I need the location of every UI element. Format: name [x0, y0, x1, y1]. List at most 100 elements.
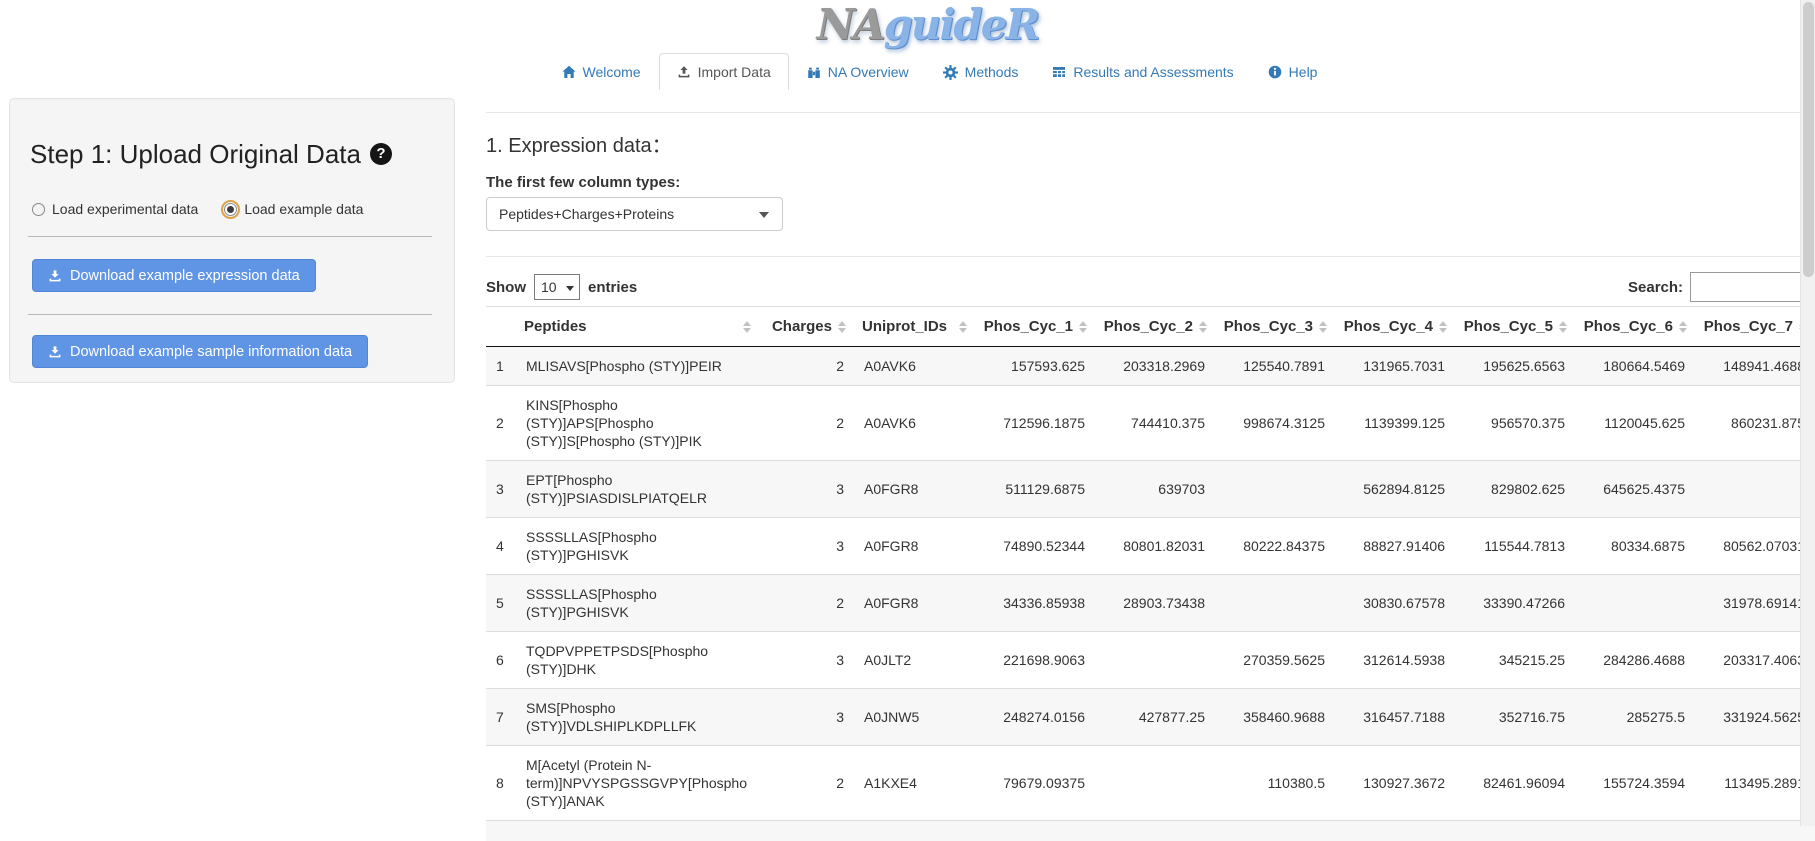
datatable-controls: Show 10 entries Search: — [486, 272, 1815, 302]
upload-icon — [677, 65, 691, 79]
expression-data-heading: 1. Expression data： — [486, 133, 1815, 159]
tab-welcome[interactable]: Welcome — [546, 53, 657, 90]
sort-icon[interactable] — [1679, 321, 1687, 333]
table-cell: 131965.7031 — [1335, 347, 1455, 386]
table-cell: 427877.25 — [1095, 689, 1215, 746]
table-cell: 3 — [759, 518, 854, 575]
app-logo: NAguideR — [20, 2, 1815, 48]
tab-label: Results and Assessments — [1073, 64, 1233, 80]
radio-button-icon[interactable] — [32, 203, 45, 216]
table-cell: 80222.84375 — [1215, 518, 1335, 575]
radio-load-experimental-data[interactable]: Load experimental data — [32, 201, 198, 217]
sort-icon[interactable] — [1199, 321, 1207, 333]
home-icon — [562, 65, 576, 79]
radio-button-icon[interactable] — [224, 203, 237, 216]
table-cell: 33390.47266 — [1455, 575, 1575, 632]
table-row: 3EPT[Phospho (STY)]PSIASDISLPIATQELR3A0F… — [486, 461, 1815, 518]
table-row: 5SSSSLLAS[Phospho (STY)]PGHISVK2A0FGR834… — [486, 575, 1815, 632]
column-header-phos-cyc-7[interactable]: Phos_Cyc_7 — [1695, 307, 1815, 347]
table-cell — [1215, 575, 1335, 632]
sort-icon[interactable] — [1079, 321, 1087, 333]
radio-load-example-data[interactable]: Load example data — [224, 201, 363, 217]
column-header-phos-cyc-6[interactable]: Phos_Cyc_6 — [1575, 307, 1695, 347]
table-cell: 4 — [486, 518, 516, 575]
sort-icon[interactable] — [1319, 321, 1327, 333]
table-cell: 157593.625 — [975, 347, 1095, 386]
sort-icon[interactable] — [959, 321, 967, 333]
column-header-phos-cyc-4[interactable]: Phos_Cyc_4 — [1335, 307, 1455, 347]
column-header-phos-cyc-2[interactable]: Phos_Cyc_2 — [1095, 307, 1215, 347]
tab-help[interactable]: Help — [1252, 53, 1334, 90]
tab-na-overview[interactable]: NA Overview — [791, 53, 925, 90]
table-cell: 3 — [759, 689, 854, 746]
dropdown-selected-value: Peptides+Charges+Proteins — [499, 206, 674, 222]
column-header-uniprot-ids[interactable]: Uniprot_IDs — [854, 307, 975, 347]
table-row: 1MLISAVS[Phospho (STY)]PEIR2A0AVK6157593… — [486, 347, 1815, 386]
table-cell: 744410.375 — [1095, 386, 1215, 461]
tab-label: NA Overview — [828, 64, 909, 80]
table-cell: A0FGR8 — [854, 461, 975, 518]
tab-methods[interactable]: Methods — [927, 53, 1035, 90]
download-example-expression-data-button[interactable]: Download example expression data — [32, 259, 316, 292]
sort-icon[interactable] — [1439, 321, 1447, 333]
table-cell: 345215.25 — [1455, 632, 1575, 689]
table-cell: 1139399.125 — [1335, 386, 1455, 461]
entries-label: entries — [588, 279, 637, 296]
table-cell: 115544.7813 — [1455, 518, 1575, 575]
table-cell: 88827.91406 — [1335, 518, 1455, 575]
table-cell: 155724.3594 — [1575, 746, 1695, 821]
table-cell: 639703 — [1095, 461, 1215, 518]
table-cell: 829802.625 — [1455, 461, 1575, 518]
sort-icon[interactable] — [743, 321, 751, 333]
tab-label: Import Data — [698, 64, 771, 80]
page-length-value: 10 — [541, 279, 557, 295]
table-cell — [1695, 461, 1815, 518]
table-cell — [486, 821, 516, 841]
sort-icon[interactable] — [838, 321, 846, 333]
table-cell: 3 — [759, 632, 854, 689]
button-label: Download example expression data — [70, 268, 300, 284]
table-cell: 34336.85938 — [975, 575, 1095, 632]
download-icon — [48, 269, 62, 283]
table-cell — [1215, 821, 1335, 841]
table-cell: 285275.5 — [1575, 689, 1695, 746]
page-length-select[interactable]: 10 — [534, 274, 580, 300]
table-cell: 30830.67578 — [1335, 575, 1455, 632]
column-types-dropdown[interactable]: Peptides+Charges+Proteins — [486, 197, 783, 231]
sort-icon[interactable] — [1559, 321, 1567, 333]
table-row: 6TQDPVPPETPSDS[Phospho (STY)]DHK3A0JLT22… — [486, 632, 1815, 689]
column-header-rownum — [486, 307, 516, 347]
tab-results-and-assessments[interactable]: Results and Assessments — [1036, 53, 1249, 90]
table-cell: 562894.8125 — [1335, 461, 1455, 518]
table-cell: 80334.6875 — [1575, 518, 1695, 575]
scrollbar-thumb[interactable] — [1803, 2, 1814, 277]
column-header-phos-cyc-1[interactable]: Phos_Cyc_1 — [975, 307, 1095, 347]
table-cell: 331924.5625 — [1695, 689, 1815, 746]
tab-label: Methods — [965, 64, 1019, 80]
search-input[interactable] — [1690, 272, 1815, 302]
table-cell: 80801.82031 — [1095, 518, 1215, 575]
vertical-scrollbar[interactable] — [1800, 0, 1815, 826]
page-length-control: Show 10 entries — [486, 274, 637, 300]
column-header-peptides[interactable]: Peptides — [516, 307, 759, 347]
table-cell: 956570.375 — [1455, 386, 1575, 461]
table-cell: M[Acetyl (Protein N-term)]NPVYSPGSSGVPY[… — [516, 746, 759, 821]
column-header-phos-cyc-5[interactable]: Phos_Cyc_5 — [1455, 307, 1575, 347]
table-cell: 221698.9063 — [975, 632, 1095, 689]
table-cell: 3 — [759, 461, 854, 518]
download-example-sample-information-data-button[interactable]: Download example sample information data — [32, 335, 368, 368]
chevron-down-icon — [759, 212, 769, 218]
table-cell: 712596.1875 — [975, 386, 1095, 461]
column-header-charges[interactable]: Charges — [759, 307, 854, 347]
tab-import-data[interactable]: Import Data — [659, 53, 789, 90]
divider — [28, 236, 432, 237]
question-circle-icon[interactable]: ? — [370, 143, 392, 165]
search-label: Search: — [1628, 279, 1683, 296]
table-cell: A0JLT2 — [854, 632, 975, 689]
column-header-phos-cyc-3[interactable]: Phos_Cyc_3 — [1215, 307, 1335, 347]
table-cell: 1 — [486, 347, 516, 386]
table-cell: 5 — [486, 575, 516, 632]
table-cell — [854, 821, 975, 841]
table-cell: 2 — [759, 386, 854, 461]
table-cell: 31978.69141 — [1695, 575, 1815, 632]
